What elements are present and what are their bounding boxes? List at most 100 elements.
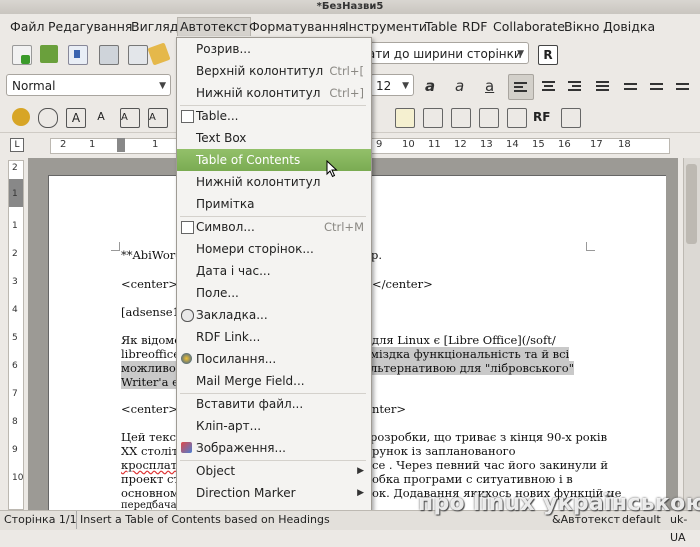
rdf-query-icon[interactable]	[617, 108, 635, 126]
italic-icon[interactable]: a	[455, 77, 473, 95]
doc-line-selected: Writer'а є	[121, 375, 179, 389]
vruler-mark: 4	[12, 305, 18, 315]
justify-icon[interactable]	[594, 78, 612, 96]
open-folder-icon[interactable]	[40, 45, 58, 63]
save-icon[interactable]	[68, 45, 88, 65]
align-center-icon[interactable]	[540, 78, 558, 96]
menu-item-field[interactable]: Поле...	[177, 282, 371, 304]
text-frame-icon[interactable]: A	[66, 108, 86, 128]
window-title-bar: *БезНазви5	[0, 0, 700, 14]
document-icon[interactable]	[561, 108, 581, 128]
underline-icon[interactable]: a	[485, 77, 503, 95]
menu-autotext[interactable]: Автотекст	[177, 17, 251, 36]
ruler-mark: 9	[376, 139, 383, 150]
vertical-ruler[interactable]: 2 1 1 2 3 4 5 6 7 8 9 10	[8, 160, 24, 510]
scrollbar-thumb[interactable]	[686, 164, 697, 244]
menu-table[interactable]: Table	[423, 18, 459, 36]
semantic-icon[interactable]	[589, 108, 607, 126]
vruler-mark: 3	[12, 277, 18, 287]
chevron-down-icon: ▼	[159, 81, 166, 91]
chevron-down-icon: ▼	[402, 81, 409, 91]
site-watermark: про linux українською	[418, 491, 700, 516]
menu-item-header[interactable]: Верхній колонтитул Ctrl+[	[177, 60, 371, 82]
menu-item-date-time[interactable]: Дата і час...	[177, 260, 371, 282]
menu-item-rdf-link[interactable]: RDF Link...	[177, 326, 371, 348]
rtl-icon[interactable]	[648, 78, 666, 96]
mouse-cursor-icon	[326, 160, 338, 178]
menu-item-endnote[interactable]: Нижній колонтитул	[177, 171, 371, 193]
doc-line: р.	[371, 248, 383, 262]
ruler-mark: 17	[590, 139, 603, 150]
menu-rdf[interactable]: RDF	[460, 18, 490, 36]
print-preview-icon[interactable]	[128, 45, 148, 65]
rdf-icon[interactable]: RF	[533, 108, 551, 126]
submenu-arrow-icon: ▶	[357, 466, 364, 476]
insert-table-icon[interactable]	[479, 108, 499, 128]
image-icon	[181, 442, 192, 453]
insert-date-icon[interactable]	[423, 108, 443, 128]
menu-edit[interactable]: Редагування	[46, 18, 134, 36]
menu-file[interactable]: Файл	[8, 18, 47, 36]
doc-line: [adsense1]	[121, 305, 185, 319]
menu-item-footnote[interactable]: Примітка	[177, 193, 371, 215]
format-icon[interactable]: A	[148, 108, 168, 128]
menu-item-insert-file[interactable]: Вставити файл...	[177, 393, 371, 415]
spell-check-icon[interactable]	[38, 108, 58, 128]
menu-format[interactable]: Форматування	[247, 18, 348, 36]
menu-tools[interactable]: Інструменти	[343, 18, 429, 36]
menu-item-direction-marker[interactable]: Direction Marker ▶	[177, 482, 371, 504]
align-right-icon[interactable]	[566, 78, 584, 96]
menu-item-text-box[interactable]: Text Box	[177, 127, 371, 149]
insert-footnote-icon[interactable]	[507, 108, 527, 128]
vruler-mark: 5	[12, 333, 18, 343]
margin-corner-mark	[586, 242, 595, 251]
bold-icon[interactable]: a	[425, 77, 443, 95]
doc-line: **AbiWord	[121, 248, 183, 262]
menu-window[interactable]: Вікно	[562, 18, 601, 36]
style-combo[interactable]: Normal ▼	[6, 74, 171, 96]
menu-item-bookmark[interactable]: Закладка...	[177, 304, 371, 326]
menu-item-break[interactable]: Розрив...	[177, 38, 371, 60]
menu-item-hyperlink[interactable]: Посилання...	[177, 348, 371, 370]
insert-page-icon[interactable]	[451, 108, 471, 128]
tab-stop-icon[interactable]: L	[10, 138, 24, 152]
menu-item-mail-merge[interactable]: Mail Merge Field...	[177, 370, 371, 392]
menu-item-object[interactable]: Object ▶	[177, 460, 371, 482]
insert-field-icon[interactable]	[395, 108, 415, 128]
menu-item-image[interactable]: Зображення...	[177, 437, 371, 459]
ruler-mark: 1	[89, 139, 96, 150]
new-document-icon[interactable]	[12, 45, 32, 65]
numbered-list-icon[interactable]	[674, 78, 692, 96]
menu-help[interactable]: Довідка	[601, 18, 657, 36]
color-icon[interactable]	[12, 108, 30, 126]
vruler-mark: 2	[12, 249, 18, 259]
bookmark-icon	[181, 309, 194, 322]
indent-marker[interactable]	[117, 138, 125, 152]
align-left-icon[interactable]	[508, 74, 534, 100]
doc-line: </center>	[372, 277, 433, 291]
zoom-combo[interactable]: нати до ширини сторінки ▼	[354, 42, 529, 64]
menu-item-symbol[interactable]: Символ... Ctrl+M	[177, 216, 371, 238]
cut-icon[interactable]	[147, 42, 171, 66]
subscript-icon[interactable]: A	[120, 108, 140, 128]
menu-item-table[interactable]: Table...	[177, 105, 371, 127]
rdf-edit-icon[interactable]	[645, 108, 663, 126]
ruler-mark: 16	[558, 139, 571, 150]
ruler-mark: 11	[428, 139, 441, 150]
vruler-mark: 9	[12, 445, 18, 455]
font-size-combo[interactable]: 12 ▼	[370, 74, 414, 96]
vruler-mark: 8	[12, 417, 18, 427]
ltr-icon[interactable]	[622, 78, 640, 96]
ruler-mark: 10	[402, 139, 415, 150]
menu-item-table-of-contents[interactable]: Table of Contents	[177, 149, 371, 171]
doc-line: розробки, що триває з кінця 90-х років	[370, 430, 608, 444]
vertical-scrollbar[interactable]	[683, 158, 700, 510]
menu-view[interactable]: Вигляд	[129, 18, 180, 36]
superscript-icon[interactable]: A	[92, 108, 110, 126]
print-icon[interactable]	[99, 45, 119, 65]
menu-collaborate[interactable]: Collaborate	[491, 18, 567, 36]
menu-item-page-numbers[interactable]: Номери сторінок...	[177, 238, 371, 260]
menu-item-footer[interactable]: Нижній колонтитул Ctrl+]	[177, 82, 371, 104]
menu-item-clipart[interactable]: Кліп-арт...	[177, 415, 371, 437]
paragraph-mark-icon[interactable]: R	[538, 45, 558, 65]
